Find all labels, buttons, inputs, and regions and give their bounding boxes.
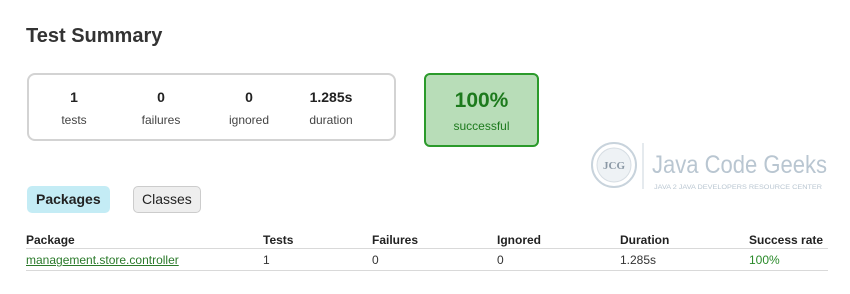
- ignored-count: 0: [245, 89, 253, 105]
- success-rate-value: 100%: [454, 89, 509, 112]
- duration-label: duration: [309, 113, 353, 127]
- ignored-cell: 0: [497, 248, 620, 271]
- tests-count: 1: [70, 89, 78, 105]
- logo-brand-text: Java Code Geeks: [652, 151, 827, 179]
- java-code-geeks-logo: JCG Java Code Geeks JAVA 2 JAVA DEVELOPE…: [591, 142, 827, 191]
- packages-table: Package Tests Failures Ignored Duration …: [26, 231, 828, 271]
- col-header-package: Package: [26, 231, 263, 249]
- summary-counters: 1 tests 0 failures 0 ignored 1.285s dura…: [27, 73, 396, 141]
- col-header-ignored: Ignored: [497, 231, 620, 249]
- package-link[interactable]: management.store.controller: [26, 253, 179, 267]
- duration-counter: 1.285s duration: [291, 75, 371, 127]
- tab-packages[interactable]: Packages: [27, 186, 110, 213]
- logo-monogram: JCG: [603, 160, 625, 172]
- failures-cell: 0: [372, 248, 497, 271]
- failures-label: failures: [141, 113, 181, 127]
- duration-cell: 1.285s: [620, 248, 749, 271]
- tests-cell: 1: [263, 248, 372, 271]
- col-header-failures: Failures: [372, 231, 497, 249]
- tab-classes[interactable]: Classes: [133, 186, 201, 213]
- success-rate-cell: 100%: [749, 248, 828, 271]
- page-title: Test Summary: [26, 25, 163, 47]
- package-cell: management.store.controller: [26, 248, 263, 271]
- failures-count: 0: [157, 89, 165, 105]
- col-header-duration: Duration: [620, 231, 749, 249]
- tests-label: tests: [61, 113, 87, 127]
- table-header-row: Package Tests Failures Ignored Duration …: [26, 231, 828, 249]
- col-header-success-rate: Success rate: [749, 231, 828, 249]
- duration-value: 1.285s: [309, 89, 353, 105]
- col-header-tests: Tests: [263, 231, 372, 249]
- logo-tagline: JAVA 2 JAVA DEVELOPERS RESOURCE CENTER: [654, 184, 822, 191]
- table-row: management.store.controller 1 0 0 1.285s…: [26, 248, 828, 271]
- failures-counter: 0 failures: [121, 75, 201, 127]
- success-rate-label: successful: [453, 119, 510, 133]
- ignored-label: ignored: [228, 113, 270, 127]
- tests-counter: 1 tests: [34, 75, 114, 127]
- ignored-counter: 0 ignored: [209, 75, 289, 127]
- success-rate-box: 100% successful: [424, 73, 539, 147]
